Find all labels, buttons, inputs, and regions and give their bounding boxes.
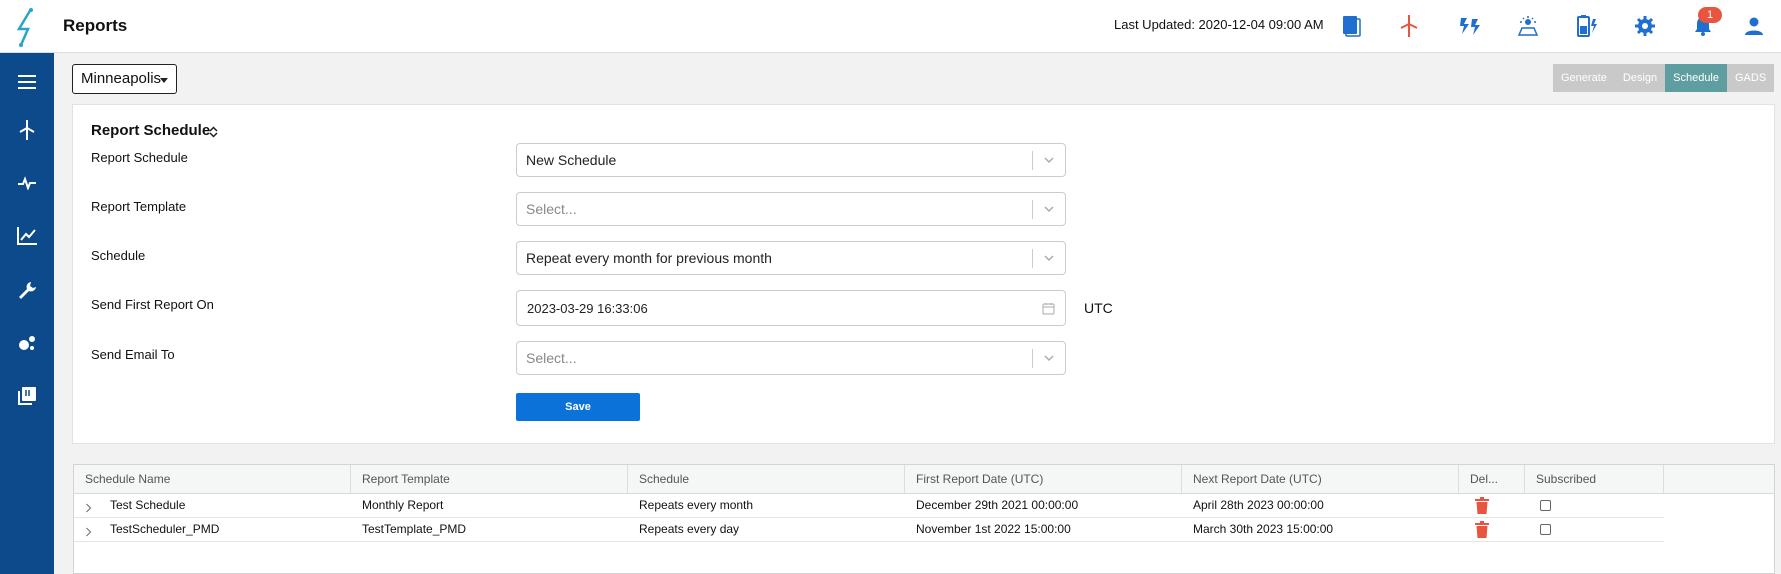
- report-schedule-label: Report Schedule: [91, 150, 188, 165]
- cell-schedule: Repeats every day: [639, 522, 740, 536]
- send-first-label: Send First Report On: [91, 297, 214, 312]
- trash-icon[interactable]: [1475, 521, 1489, 543]
- table-row[interactable]: TestScheduler_PMD TestTemplate_PMD Repea…: [74, 518, 1664, 542]
- site-select-value: Minneapolis: [81, 70, 162, 87]
- notification-badge: 1: [1698, 7, 1722, 23]
- top-bar: Reports Last Updated: 2020-12-04 09:00 A…: [0, 0, 1781, 53]
- subscribed-checkbox[interactable]: [1540, 500, 1551, 511]
- schedule-table: Schedule Name Report Template Schedule F…: [73, 464, 1775, 574]
- cell-schedule-name: TestScheduler_PMD: [110, 522, 220, 536]
- tab-schedule[interactable]: Schedule: [1665, 64, 1727, 92]
- select-separator: [1032, 249, 1033, 268]
- chevron-down-icon: [1043, 202, 1055, 219]
- site-select[interactable]: Minneapolis: [72, 64, 177, 94]
- app-logo-icon[interactable]: [0, 0, 54, 53]
- save-button[interactable]: Save: [516, 393, 640, 421]
- book-icon[interactable]: [1338, 13, 1364, 39]
- chevron-down-icon: [1043, 351, 1055, 368]
- select-separator: [1032, 151, 1033, 170]
- schedule-select[interactable]: Repeat every month for previous month: [516, 241, 1066, 275]
- column-header-schedule[interactable]: Schedule: [628, 465, 905, 494]
- chevron-down-icon: [1043, 153, 1055, 170]
- schedule-label: Schedule: [91, 248, 146, 263]
- column-header-schedule-name[interactable]: Schedule Name: [74, 465, 351, 494]
- cell-first-report-date: December 29th 2021 00:00:00: [916, 498, 1079, 512]
- column-header-next-report-date[interactable]: Next Report Date (UTC): [1182, 465, 1459, 494]
- select-separator: [1032, 200, 1033, 219]
- last-updated-text: Last Updated: 2020-12-04 09:00 AM: [1114, 17, 1324, 32]
- library-icon[interactable]: [12, 381, 42, 411]
- cell-schedule: Repeats every month: [639, 498, 754, 512]
- panel-title: Report Schedule: [91, 122, 211, 139]
- cell-first-report-date: November 1st 2022 15:00:00: [916, 522, 1071, 536]
- subscribed-checkbox[interactable]: [1540, 524, 1551, 535]
- report-template-placeholder: Select...: [526, 201, 577, 217]
- chevron-right-icon[interactable]: [85, 500, 92, 518]
- report-tabs: Generate Design Schedule GADS: [1553, 64, 1775, 92]
- report-schedule-value: New Schedule: [526, 152, 617, 168]
- sidebar-wind-turbine-icon[interactable]: [12, 115, 42, 145]
- column-header-subscribed[interactable]: Subscribed: [1525, 465, 1664, 494]
- tab-gads[interactable]: GADS: [1727, 64, 1775, 92]
- select-separator: [1032, 349, 1033, 368]
- power-flash-icon[interactable]: [1456, 13, 1482, 39]
- line-chart-icon[interactable]: [12, 221, 42, 251]
- send-email-label: Send Email To: [91, 347, 175, 362]
- tab-design[interactable]: Design: [1614, 64, 1666, 92]
- cell-next-report-date: April 28th 2023 00:00:00: [1193, 498, 1324, 512]
- sidebar: [0, 53, 54, 574]
- caret-down-icon: [160, 78, 168, 83]
- send-first-value: 2023-03-29 16:33:06: [527, 301, 648, 316]
- trash-icon[interactable]: [1475, 497, 1489, 519]
- wind-turbine-icon[interactable]: [1396, 13, 1422, 39]
- wrench-icon[interactable]: [12, 275, 42, 305]
- calendar-icon[interactable]: [1042, 302, 1055, 318]
- bubbles-icon[interactable]: [12, 328, 42, 358]
- cell-schedule-name: Test Schedule: [110, 498, 186, 512]
- cell-next-report-date: March 30th 2023 15:00:00: [1193, 522, 1334, 536]
- send-email-select[interactable]: Select...: [516, 341, 1066, 375]
- schedule-value: Repeat every month for previous month: [526, 250, 772, 266]
- table-header: Schedule Name Report Template Schedule F…: [74, 465, 1774, 494]
- send-first-date-input[interactable]: 2023-03-29 16:33:06: [516, 290, 1066, 326]
- report-template-select[interactable]: Select...: [516, 192, 1066, 226]
- pulse-icon[interactable]: [12, 168, 42, 198]
- timezone-label: UTC: [1084, 300, 1113, 316]
- tab-generate[interactable]: Generate: [1553, 64, 1615, 92]
- column-header-first-report-date[interactable]: First Report Date (UTC): [905, 465, 1182, 494]
- chevron-down-icon: [1043, 251, 1055, 268]
- solar-icon[interactable]: [1515, 13, 1541, 39]
- user-icon[interactable]: [1741, 13, 1767, 39]
- column-header-delete[interactable]: Del...: [1459, 465, 1525, 494]
- table-row[interactable]: Test Schedule Monthly Report Repeats eve…: [74, 494, 1664, 518]
- battery-icon[interactable]: [1574, 13, 1600, 39]
- cell-report-template: Monthly Report: [362, 498, 444, 512]
- send-email-placeholder: Select...: [526, 350, 577, 366]
- report-template-label: Report Template: [91, 199, 187, 214]
- collapse-icon[interactable]: [209, 125, 218, 143]
- cell-report-template: TestTemplate_PMD: [362, 522, 467, 536]
- report-schedule-select[interactable]: New Schedule: [516, 143, 1066, 177]
- gear-icon[interactable]: [1632, 13, 1658, 39]
- column-header-report-template[interactable]: Report Template: [351, 465, 628, 494]
- chevron-right-icon[interactable]: [85, 524, 92, 542]
- report-schedule-panel: Report Schedule Report Schedule New Sche…: [72, 104, 1775, 444]
- page-title: Reports: [63, 16, 128, 35]
- menu-icon[interactable]: [12, 67, 42, 97]
